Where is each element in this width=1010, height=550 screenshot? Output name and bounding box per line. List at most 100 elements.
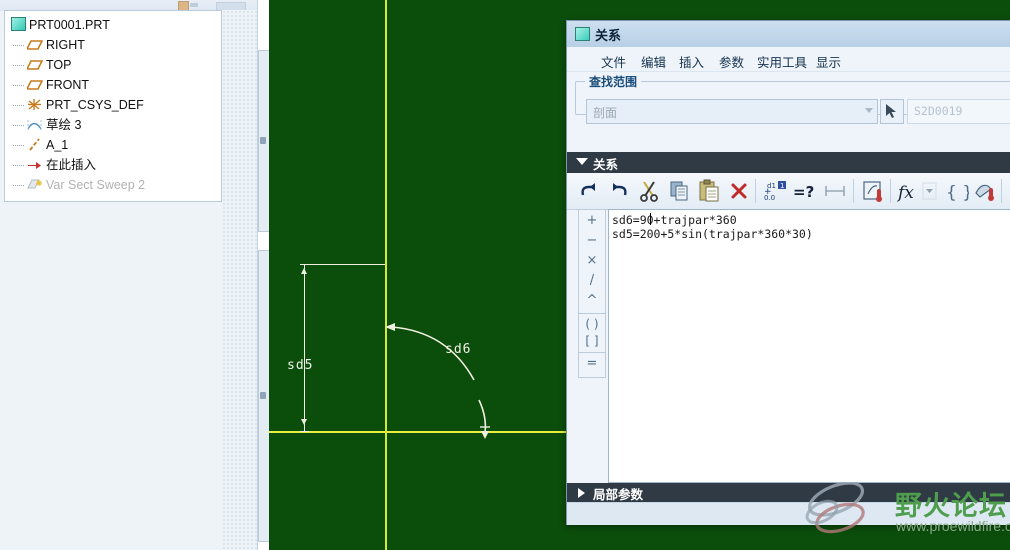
tree-item-label: FRONT xyxy=(46,78,90,92)
plus-button[interactable]: + xyxy=(579,211,605,230)
find-scope-select[interactable]: 剖面 xyxy=(586,99,878,124)
tree-connector xyxy=(13,45,24,47)
power-button[interactable]: ^ xyxy=(579,291,605,310)
sd5-witness-line xyxy=(303,264,385,265)
datum-axis-icon xyxy=(27,138,43,152)
sd5-tick-bottom xyxy=(300,431,309,432)
dialog-titlebar[interactable]: 关系 xyxy=(567,21,1010,48)
redo-icon[interactable] xyxy=(605,177,633,205)
scrollbar-grip[interactable] xyxy=(260,137,266,144)
tree-item-label: Var Sect Sweep 2 xyxy=(46,178,146,192)
function-icon[interactable]: fx xyxy=(896,177,937,205)
scrollbar-grip[interactable] xyxy=(260,392,266,399)
undo-icon[interactable] xyxy=(575,177,603,205)
tree-item-axis[interactable]: A_1 xyxy=(5,135,221,155)
tree-connector xyxy=(13,65,24,67)
watermark-rings-icon xyxy=(805,482,865,534)
tree-connector xyxy=(13,185,24,187)
menu-parameters[interactable]: 参数 xyxy=(715,51,748,72)
tree-connector xyxy=(13,165,24,167)
toolbar-separator xyxy=(755,179,756,203)
tree-item-label: A_1 xyxy=(46,138,69,152)
datum-plane-icon xyxy=(27,38,43,52)
delete-icon[interactable] xyxy=(725,177,753,205)
relations-dialog[interactable]: 关系 文件 编辑 插入 参数 实用工具 显示 查找范围 关系 d1 0.0 + … xyxy=(566,20,1010,525)
relations-editor-text[interactable]: sd6=90+trajpar*360 sd5=200+5*sin(trajpar… xyxy=(612,213,1010,241)
svg-text:1: 1 xyxy=(780,182,784,190)
toolbar-separator xyxy=(890,179,891,203)
svg-text:=?: =? xyxy=(793,183,814,201)
paste-icon[interactable] xyxy=(695,177,723,205)
relation-history-icon[interactable] xyxy=(860,177,888,205)
tree-item-root[interactable]: PRT0001.PRT xyxy=(5,15,221,35)
datum-plane-icon xyxy=(27,58,43,72)
vertical-axis xyxy=(385,0,387,550)
relations-editor[interactable]: sd6=90+trajpar*360 sd5=200+5*sin(trajpar… xyxy=(608,209,1010,483)
dimension-label-sd5[interactable]: sd5 xyxy=(287,358,313,373)
toolbar-partial-icon-2[interactable] xyxy=(190,3,198,7)
menu-edit[interactable]: 编辑 xyxy=(637,51,670,72)
tree-connector xyxy=(13,85,24,87)
model-tree-panel: PRT0001.PRT RIGHT TOP FRONT PRT_CSYS_DEF… xyxy=(0,0,270,550)
insert-here-icon xyxy=(27,158,43,172)
tree-item-label: PRT_CSYS_DEF xyxy=(46,98,144,112)
brackets-button[interactable]: [ ] xyxy=(579,332,605,351)
tree-item-var-sect-sweep[interactable]: Var Sect Sweep 2 xyxy=(5,175,221,195)
menu-utilities[interactable]: 实用工具 xyxy=(753,51,811,72)
chevron-right-icon[interactable] xyxy=(578,488,585,498)
select-arrow-icon xyxy=(886,104,896,118)
relations-toolbar: d1 0.0 + 1 =? fx { xyxy=(567,173,1010,210)
divide-button[interactable]: / xyxy=(579,271,605,290)
tree-item-insert-here[interactable]: 在此插入 xyxy=(5,155,221,175)
sd6-angular-dimension xyxy=(385,323,490,439)
tree-item-sketch[interactable]: 草绘 3 xyxy=(5,115,221,135)
relations-window-icon xyxy=(575,27,590,41)
toolbar-separator xyxy=(1001,179,1002,203)
datum-plane-icon xyxy=(27,78,43,92)
find-scope-legend: 查找范围 xyxy=(585,73,642,90)
menu-display[interactable]: 显示 xyxy=(812,51,845,72)
chevron-down-icon[interactable] xyxy=(865,108,873,113)
tree-item-label: 草绘 3 xyxy=(46,118,82,132)
menu-insert[interactable]: 插入 xyxy=(675,51,708,72)
forum-watermark: 野火论坛 www.proewildfire.cn xyxy=(800,482,1010,542)
operator-group-grouping: ( ) [ ] xyxy=(578,313,606,353)
sd5-tick-top xyxy=(300,264,309,265)
dialog-menubar: 文件 编辑 插入 参数 实用工具 显示 xyxy=(567,47,1010,72)
splitter-texture xyxy=(222,10,258,550)
tree-item-label: PRT0001.PRT xyxy=(29,18,110,32)
tree-item-label: TOP xyxy=(46,58,72,72)
equals-button[interactable]: = xyxy=(579,354,605,373)
tree-item-csys[interactable]: PRT_CSYS_DEF xyxy=(5,95,221,115)
insert-dimension-icon[interactable] xyxy=(821,177,849,205)
sketch-icon xyxy=(27,118,43,132)
tree-item-right[interactable]: RIGHT xyxy=(5,35,221,55)
tree-item-front[interactable]: FRONT xyxy=(5,75,221,95)
chevron-down-icon[interactable] xyxy=(576,158,588,165)
operator-group-arithmetic: + − × / ^ xyxy=(578,209,606,314)
braces-icon[interactable]: { } xyxy=(941,177,973,205)
coordinate-system-icon xyxy=(27,98,43,112)
operator-button-column: + − × / ^ ( ) [ ] = xyxy=(578,209,606,379)
local-params-title: 局部参数 xyxy=(593,488,644,502)
evaluate-icon[interactable]: =? xyxy=(791,177,819,205)
minus-button[interactable]: − xyxy=(579,231,605,250)
copy-icon[interactable] xyxy=(665,177,693,205)
menu-file[interactable]: 文件 xyxy=(597,51,630,72)
select-item-button[interactable] xyxy=(880,99,904,124)
multiply-button[interactable]: × xyxy=(579,251,605,270)
toggle-dimension-icon[interactable]: d1 0.0 + 1 xyxy=(761,177,789,205)
relations-section-header[interactable]: 关系 xyxy=(567,152,1010,173)
var-sect-sweep-icon xyxy=(27,178,43,192)
dimension-label-sd6[interactable]: sd6 xyxy=(445,342,471,357)
dialog-title: 关系 xyxy=(595,28,622,43)
selected-item-field[interactable]: S2D0019 xyxy=(907,99,1010,124)
svg-text:{ }: { } xyxy=(946,183,969,203)
units-icon[interactable] xyxy=(971,177,999,205)
model-tree-container[interactable]: PRT0001.PRT RIGHT TOP FRONT PRT_CSYS_DEF… xyxy=(4,10,222,202)
sd5-arrow-bottom xyxy=(301,419,307,425)
tree-item-top[interactable]: TOP xyxy=(5,55,221,75)
panel-divider xyxy=(257,0,258,550)
watermark-url: www.proewildfire.cn xyxy=(896,518,1010,534)
cut-icon[interactable] xyxy=(635,177,663,205)
